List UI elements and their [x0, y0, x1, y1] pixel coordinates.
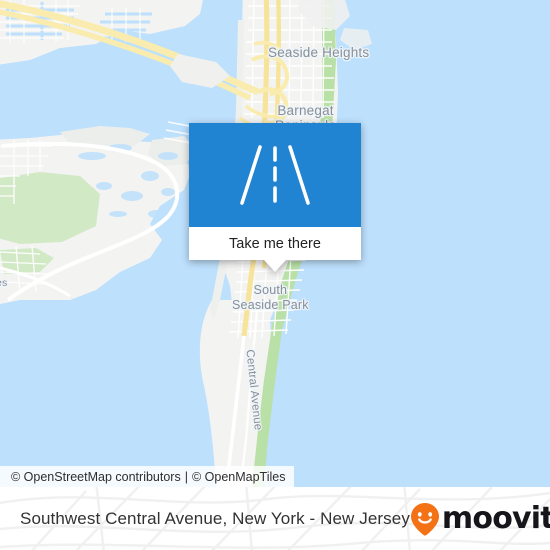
moovit-map-page: Seaside Heights Barnegat Peninsula South… — [0, 0, 550, 550]
moovit-logo[interactable]: moovit — [410, 502, 550, 536]
attribution-separator: | — [184, 469, 188, 484]
page-title: Southwest Central Avenue, New York - New… — [20, 508, 410, 528]
popup-image-banner — [189, 123, 361, 227]
map-popup-card[interactable]: Take me there — [189, 123, 361, 272]
take-me-there-button[interactable]: Take me there — [189, 227, 361, 260]
attribution-osm[interactable]: © OpenStreetMap contributors — [11, 470, 181, 484]
page-footer: Southwest Central Avenue, New York - New… — [0, 487, 550, 550]
footer-content: Southwest Central Avenue, New York - New… — [0, 487, 550, 550]
moovit-wordmark: moovit — [441, 500, 550, 536]
moovit-smiley-pin-icon — [410, 502, 439, 536]
attribution-openmaptiles[interactable]: © OpenMapTiles — [192, 470, 286, 484]
road-icon — [240, 145, 310, 205]
map-canvas[interactable]: Seaside Heights Barnegat Peninsula South… — [0, 0, 550, 487]
popup-pointer-tail — [264, 260, 286, 272]
map-attribution: © OpenStreetMap contributors | © OpenMap… — [0, 466, 295, 487]
